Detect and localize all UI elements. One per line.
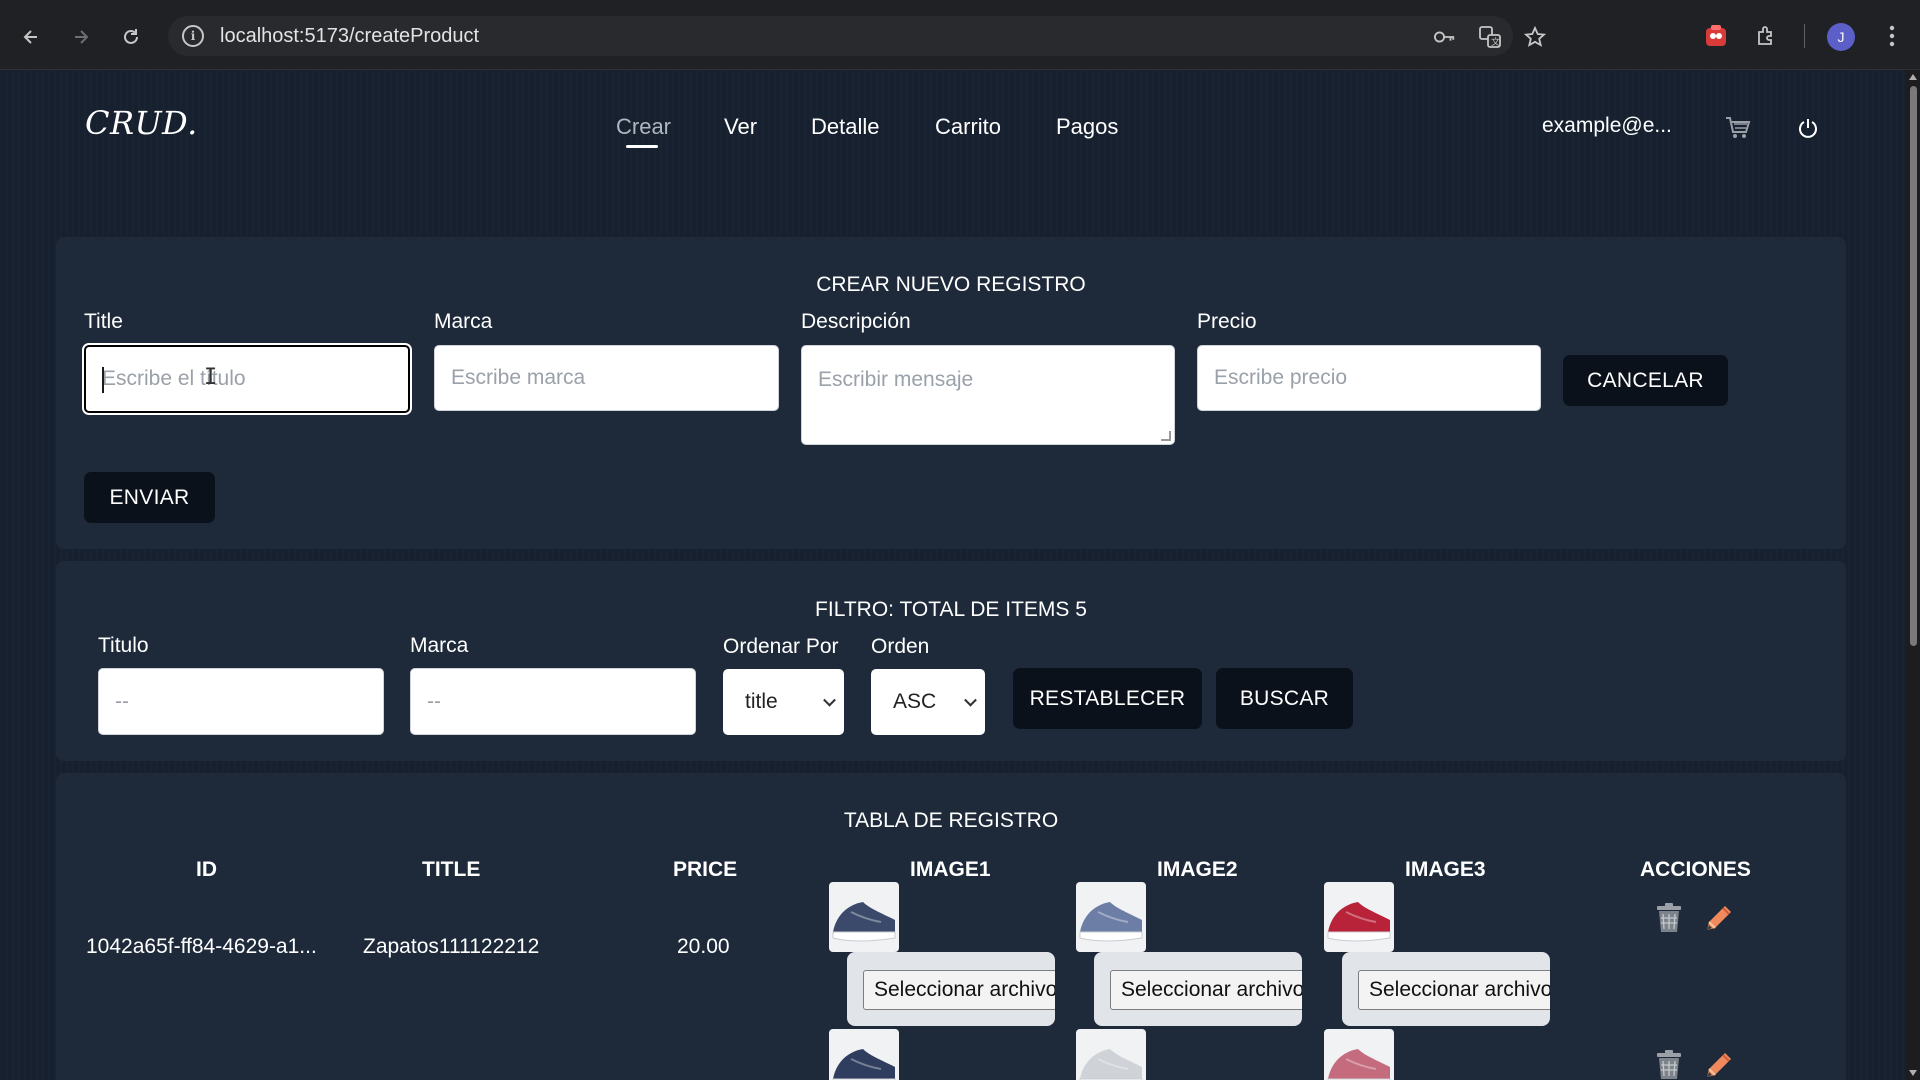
resize-handle-icon[interactable]	[1161, 431, 1171, 441]
product-image-2[interactable]	[1076, 1029, 1146, 1080]
address-url[interactable]: localhost:5173/createProduct	[220, 25, 479, 48]
user-email[interactable]: example@e...	[1542, 114, 1672, 138]
marca-label: Marca	[434, 310, 493, 333]
column-header-title: TITLE	[422, 858, 481, 881]
forward-icon[interactable]	[64, 20, 98, 54]
trash-icon[interactable]	[1654, 903, 1684, 933]
marca-input[interactable]: Escribe marca	[434, 345, 779, 411]
nav-detalle[interactable]: Detalle	[811, 114, 879, 140]
translate-icon[interactable]: 文	[1479, 26, 1501, 48]
nav-pagos[interactable]: Pagos	[1056, 114, 1118, 140]
kebab-menu-icon[interactable]	[1876, 20, 1908, 52]
edit-pencil-icon[interactable]	[1704, 903, 1734, 933]
scroll-thumb[interactable]	[1910, 86, 1917, 646]
title-input[interactable]: Escribe el título I	[84, 345, 410, 413]
column-header-acciones: ACCIONES	[1640, 858, 1751, 881]
product-image-3[interactable]	[1324, 1029, 1394, 1080]
create-form-card: CREAR NUEVO REGISTRO Title Escribe el tí…	[56, 237, 1846, 549]
orden-value: ASC	[893, 690, 937, 713]
cancel-button[interactable]: CANCELAR	[1563, 355, 1728, 406]
orden-select[interactable]: ASC	[871, 669, 985, 735]
page-scrollbar[interactable]	[1906, 70, 1920, 1080]
address-bar[interactable]: i localhost:5173/createProduct 文	[168, 16, 1546, 56]
ordenar-por-value: title	[745, 690, 778, 713]
column-header-image2: IMAGE2	[1157, 858, 1238, 881]
file-input-image2[interactable]: Seleccionar archivo	[1094, 952, 1302, 1026]
precio-placeholder: Escribe precio	[1214, 366, 1348, 389]
svg-text:文: 文	[1491, 36, 1500, 48]
ordenar-por-select[interactable]: title	[723, 669, 844, 735]
precio-label: Precio	[1197, 310, 1257, 333]
create-form-title: CREAR NUEVO REGISTRO	[816, 273, 1086, 296]
power-icon[interactable]	[1794, 114, 1822, 142]
password-key-icon[interactable]	[1434, 26, 1456, 48]
extension-red-icon[interactable]	[1700, 20, 1732, 52]
text-caret	[102, 367, 104, 393]
submit-button[interactable]: ENVIAR	[84, 472, 215, 523]
trash-icon[interactable]	[1654, 1050, 1684, 1080]
column-header-image3: IMAGE3	[1405, 858, 1486, 881]
scroll-up-arrow-icon[interactable]	[1909, 74, 1917, 80]
descripcion-label: Descripción	[801, 310, 911, 333]
extensions-puzzle-icon[interactable]	[1751, 20, 1783, 52]
choose-file-button[interactable]: Seleccionar archivo	[863, 970, 1055, 1010]
chevron-down-icon	[823, 693, 836, 707]
orden-label: Orden	[871, 635, 930, 658]
choose-file-button[interactable]: Seleccionar archivo	[1358, 970, 1550, 1010]
file-input-image3[interactable]: Seleccionar archivo	[1342, 952, 1550, 1026]
filter-marca-input[interactable]: --	[410, 668, 696, 735]
filter-titulo-input[interactable]: --	[98, 668, 384, 735]
ibeam-cursor-icon: I	[204, 365, 218, 390]
filter-card: FILTRO: TOTAL DE ITEMS 5 Titulo -- Marca…	[56, 561, 1846, 761]
title-label: Title	[84, 310, 123, 333]
table-title: TABLA DE REGISTRO	[843, 809, 1059, 832]
row-title: Zapatos111122212	[363, 935, 540, 958]
page: CRUD. Crear Ver Detalle Carrito Pagos ex…	[6, 70, 1906, 1080]
title-placeholder: Escribe el título	[102, 367, 246, 390]
search-button[interactable]: BUSCAR	[1216, 668, 1353, 729]
bookmark-star-icon[interactable]	[1524, 26, 1546, 48]
cart-icon[interactable]	[1724, 114, 1752, 142]
precio-input[interactable]: Escribe precio	[1197, 345, 1541, 411]
filter-titulo-label: Titulo	[98, 634, 149, 657]
reset-button[interactable]: RESTABLECER	[1013, 668, 1202, 729]
marca-placeholder: Escribe marca	[451, 366, 586, 389]
scroll-down-arrow-icon[interactable]	[1909, 1070, 1917, 1076]
nav-ver[interactable]: Ver	[724, 114, 757, 140]
brand-logo[interactable]: CRUD.	[85, 104, 198, 142]
product-image-2[interactable]	[1076, 882, 1146, 952]
nav-carrito[interactable]: Carrito	[935, 114, 1001, 140]
profile-avatar[interactable]: J	[1827, 23, 1855, 51]
descripcion-textarea[interactable]: Escribir mensaje	[801, 345, 1175, 445]
filter-title: FILTRO: TOTAL DE ITEMS 5	[815, 598, 1087, 621]
row-id: 1042a65f-ff84-4629-a1...	[86, 935, 317, 958]
descripcion-placeholder: Escribir mensaje	[818, 368, 974, 391]
filter-marca-label: Marca	[410, 634, 469, 657]
product-image-3[interactable]	[1324, 882, 1394, 952]
file-input-image1[interactable]: Seleccionar archivo	[847, 952, 1055, 1026]
column-header-image1: IMAGE1	[910, 858, 991, 881]
product-image-1[interactable]	[829, 882, 899, 952]
table-card: TABLA DE REGISTRO ID TITLE PRICE IMAGE1 …	[56, 773, 1846, 1080]
edit-pencil-icon[interactable]	[1704, 1050, 1734, 1080]
site-info-icon[interactable]: i	[182, 25, 204, 47]
filter-marca-placeholder: --	[427, 689, 441, 713]
reload-icon[interactable]	[114, 20, 148, 54]
browser-toolbar: i localhost:5173/createProduct 文 J	[0, 0, 1920, 70]
back-icon[interactable]	[14, 20, 48, 54]
column-header-price: PRICE	[673, 858, 738, 881]
filter-titulo-placeholder: --	[115, 689, 129, 713]
toolbar-separator	[1804, 24, 1805, 48]
product-image-1[interactable]	[829, 1029, 899, 1080]
chevron-down-icon	[964, 693, 977, 707]
column-header-id: ID	[196, 858, 217, 881]
nav-crear[interactable]: Crear	[616, 114, 671, 140]
nav-active-indicator	[626, 145, 658, 148]
ordenar-por-label: Ordenar Por	[723, 635, 839, 658]
choose-file-button[interactable]: Seleccionar archivo	[1110, 970, 1302, 1010]
row-price: 20.00	[677, 935, 730, 958]
